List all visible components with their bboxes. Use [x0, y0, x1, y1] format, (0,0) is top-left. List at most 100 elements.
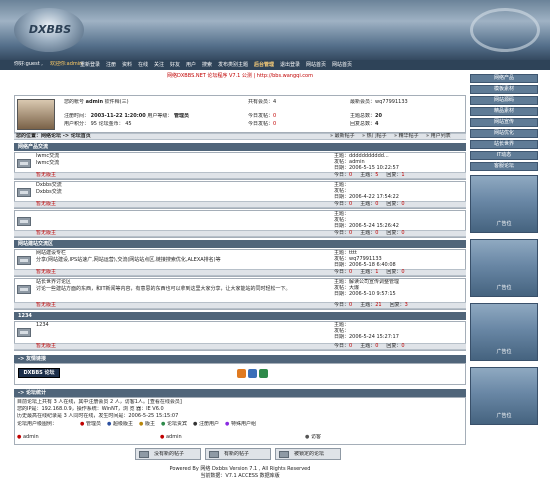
- friend-link-icon-1[interactable]: [237, 369, 246, 378]
- forum-stat-replies-val: 0: [401, 201, 405, 207]
- sidebar-button-3[interactable]: 精品素材: [470, 107, 538, 116]
- footer-version: 当前数据：V7.1 ACCESS 数据库版: [14, 473, 466, 480]
- nav-link-0[interactable]: 重新登录: [80, 62, 100, 69]
- legend-item-1: ● 超级版主: [107, 421, 133, 428]
- forum-status-icon: [17, 159, 31, 168]
- forum-moderator: 暂无版主: [36, 302, 57, 308]
- ad-banner-0[interactable]: 广告位: [470, 175, 538, 233]
- friend-link-icon-2[interactable]: [248, 369, 257, 378]
- forum-stat-replies: 回复：: [386, 230, 402, 236]
- forum-last-date: 日期：2006-5-18 6:40:08: [334, 262, 396, 268]
- forum-stat-topics: 主题：: [360, 172, 376, 178]
- newest-member[interactable]: 最新会员：wq77991133: [350, 99, 408, 106]
- nav-link-8[interactable]: 发布类别主题: [218, 62, 248, 69]
- online-user-1[interactable]: ● admin: [17, 434, 39, 441]
- ad-banner-1[interactable]: 广告位: [470, 239, 538, 297]
- banner-url[interactable]: http://bbs.wangqi.com: [257, 73, 313, 79]
- sidebar-button-0[interactable]: 网络产品: [470, 74, 538, 83]
- breadcrumb-location[interactable]: 您的位置：网络论坛 -> 论坛首页: [16, 133, 91, 140]
- today-posts-value: 0: [273, 113, 277, 119]
- forum-stats: 今日：0 主题：0 回复：0: [334, 201, 413, 208]
- forum-stat-topics-val: 5: [375, 172, 379, 178]
- breadcrumb-link-3[interactable]: » 用户列表: [426, 133, 451, 140]
- forum-last-date: 日期：2006-5-15 10:22:57: [334, 165, 399, 171]
- friend-link-icon-3[interactable]: [259, 369, 268, 378]
- footer-button-0[interactable]: 没有新的帖子: [135, 448, 201, 460]
- breadcrumb-link-2[interactable]: » 精华帖子: [394, 133, 419, 140]
- sidebar-button-5[interactable]: 网站优化: [470, 129, 538, 138]
- nav-link-2[interactable]: 资料: [122, 62, 132, 69]
- footer-button-icon: [209, 451, 219, 458]
- username[interactable]: admin: [86, 99, 103, 105]
- forum-name[interactable]: 1234: [36, 322, 49, 329]
- register-row: 注册时间： 2003-11-22 1:20:00 用户等级： 管理员: [64, 113, 189, 120]
- category-header-2[interactable]: 1234: [14, 312, 466, 320]
- category-header-0[interactable]: 网络产品交流: [14, 143, 466, 151]
- forum-stat-replies-val: 0: [401, 230, 405, 236]
- forum-name[interactable]: lwmc交流: [36, 153, 59, 160]
- forum-stat-replies: 回复：: [386, 172, 402, 178]
- total-members: 共有会员：4: [248, 99, 277, 105]
- category-title: 1234: [18, 313, 32, 319]
- legend-label: 管理员: [85, 421, 101, 427]
- legend-item-4: ● 注册用户: [193, 421, 219, 428]
- breadcrumb-link-0[interactable]: » 最新帖子: [330, 133, 355, 140]
- nav-link-7[interactable]: 搜索: [202, 62, 212, 69]
- footer-button-2[interactable]: 被锁定的论坛: [275, 448, 341, 460]
- nav-link-10[interactable]: 退出登录: [280, 62, 300, 69]
- online-user-2[interactable]: ● admin: [160, 434, 182, 441]
- forum-stat-today-val: 0: [349, 230, 353, 236]
- nav-link-3[interactable]: 在线: [138, 62, 148, 69]
- sidebar-button-4[interactable]: 网站宣传: [470, 118, 538, 127]
- avatar: [17, 99, 55, 130]
- sidebar-button-2[interactable]: 网站源码: [470, 96, 538, 105]
- ad-banner-2[interactable]: 广告位: [470, 303, 538, 361]
- stats-legend-label: 论坛用户级图例：: [17, 421, 58, 427]
- stats-record: 历史最高在线纪录是 3 人同时在线，发生时间是：2006-5-25 15:15:…: [17, 413, 179, 419]
- nav-link-5[interactable]: 好友: [170, 62, 180, 69]
- friend-link-logo[interactable]: DXBBS 论坛: [18, 368, 60, 378]
- ad-banner-3[interactable]: 广告位: [470, 367, 538, 425]
- nav-link-9[interactable]: 后台管理: [254, 62, 274, 69]
- points: 95: [90, 121, 97, 127]
- online-user-3[interactable]: ● 访客: [305, 434, 321, 441]
- sidebar-button-7[interactable]: IT动态: [470, 151, 538, 160]
- footer-button-1[interactable]: 有新的帖子: [205, 448, 271, 460]
- breadcrumb-link-1[interactable]: » 热门帖子: [362, 133, 387, 140]
- yesterday-posts-label: 今日发帖：: [248, 121, 274, 127]
- forum-desc: lwmc交流: [36, 160, 60, 166]
- forum-stat-today-val: 0: [349, 343, 353, 349]
- nav-link-4[interactable]: 关注: [154, 62, 164, 69]
- today-posts: 今日发帖：0: [248, 113, 276, 120]
- sidebar-button-8[interactable]: 客服论坛: [470, 162, 538, 171]
- forum-stats: 今日：0 主题：0 回复：0: [334, 343, 413, 350]
- footer-button-label: 没有新的帖子: [154, 451, 185, 457]
- forum-status-icon: [17, 188, 31, 197]
- stats-online: 目前论坛上共有 3 人在线，其中注册会员 2 人，访客1人。[查看在线会员]: [17, 399, 182, 405]
- nav-link-11[interactable]: 网站首页: [306, 62, 326, 69]
- category-header-1[interactable]: 网站建站交流区: [14, 240, 466, 248]
- total-replies: 回复总数：4: [350, 121, 379, 128]
- forum-desc: 讨论一些建站方面的东西，和IT新闻等内容，有意思的东西也可以拿到这里大家分享，让…: [36, 286, 291, 292]
- nav-user[interactable]: 欢迎你:admin: [50, 61, 82, 68]
- sidebar-button-6[interactable]: 站长世界: [470, 140, 538, 149]
- forum-name[interactable]: 站长世界讨论区: [36, 279, 71, 286]
- total-replies-value: 4: [375, 121, 379, 127]
- legend-label: 超级版主: [112, 421, 133, 427]
- logo-swoosh-icon: [470, 8, 540, 52]
- stats-ip: 您的IP是：192.168.0.9，操作系统：WinNT，浏 览 器：IE V6…: [17, 406, 164, 412]
- nav-link-6[interactable]: 用户: [186, 62, 196, 69]
- ad-label: 广告位: [496, 221, 512, 227]
- forum-name[interactable]: 网站建设专栏: [36, 250, 66, 257]
- nav-link-12[interactable]: 网站首页: [332, 62, 352, 69]
- logo-text: DXBBS: [28, 24, 72, 36]
- footer-button-label: 被锁定的论坛: [294, 451, 325, 457]
- legend-label: 注册用户: [198, 421, 219, 427]
- footer-button-icon: [279, 451, 289, 458]
- nav-link-1[interactable]: 注册: [106, 62, 116, 69]
- forum-name[interactable]: Dxbbs交流: [36, 182, 62, 189]
- sidebar-button-1[interactable]: 模板素材: [470, 85, 538, 94]
- total-topics: 主题总数：20: [350, 113, 382, 120]
- forum-stat-today-val: 0: [349, 201, 353, 207]
- forum-moderator: 暂无版主: [36, 269, 57, 275]
